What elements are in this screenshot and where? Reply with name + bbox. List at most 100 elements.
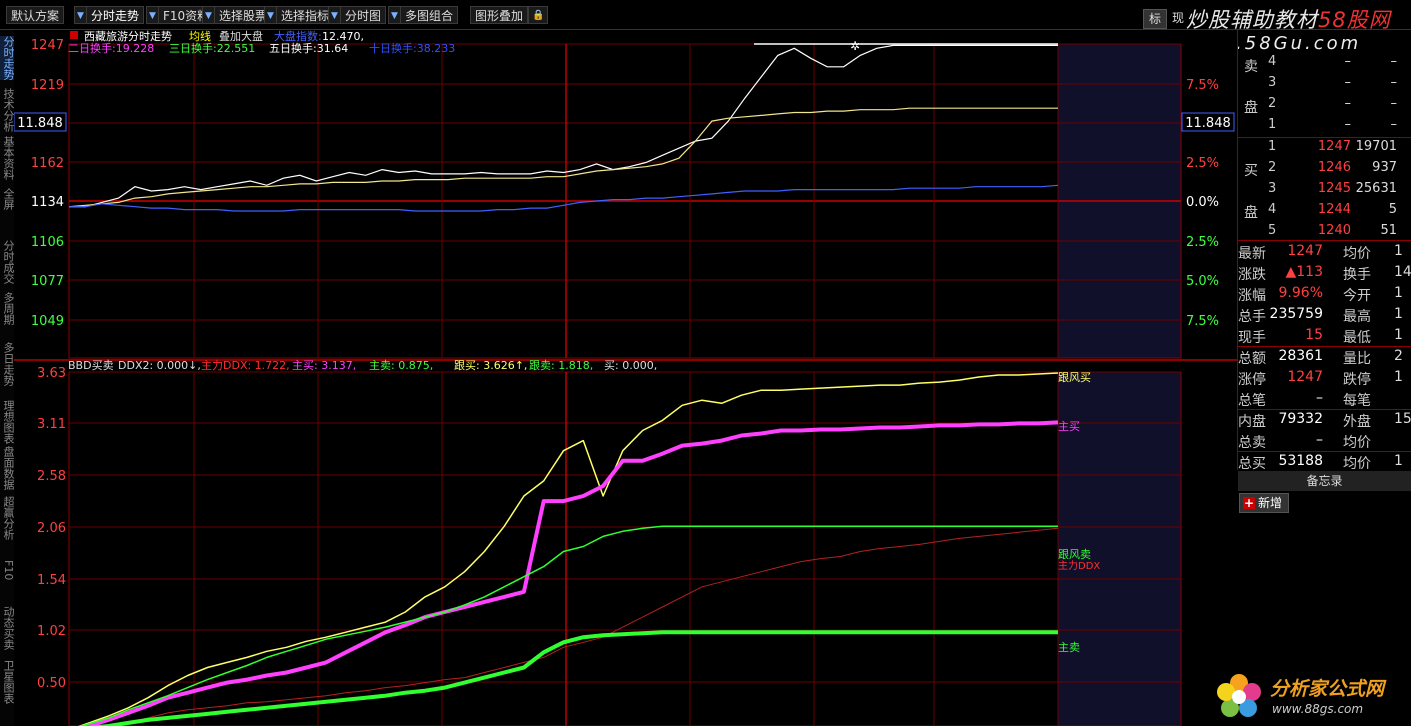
- quote-cell: 1247: [1287, 369, 1323, 385]
- quote-cell: 涨停: [1238, 372, 1266, 388]
- buy-row[interactable]: 2 1246 937: [1238, 158, 1411, 179]
- lower-y-tick: 1.54: [37, 573, 66, 588]
- sell-cell: –: [1344, 75, 1352, 90]
- dropdown-arrow-icon[interactable]: ▼: [328, 6, 341, 24]
- side-tab-10[interactable]: F10: [0, 560, 15, 580]
- current-button[interactable]: 现: [1172, 9, 1184, 26]
- toolbar-item-0[interactable]: 默认方案: [6, 6, 65, 24]
- side-tab-9[interactable]: 超赢分析: [0, 496, 15, 540]
- quote-row: 总笔 – 每笔: [1238, 388, 1411, 409]
- toolbar-item-7[interactable]: 图形叠加: [470, 6, 529, 24]
- bbd-zmai: 主卖: 0.875,: [369, 359, 433, 372]
- side-tab-11[interactable]: 动态买卖: [0, 606, 15, 650]
- buy-cell: 25631: [1355, 181, 1397, 196]
- quote-cell: –: [1316, 390, 1323, 406]
- plus-icon: +: [1243, 496, 1255, 510]
- close-icon: [70, 31, 78, 39]
- side-tab-7[interactable]: 理想图表: [0, 400, 15, 444]
- quote-cell: 15: [1305, 327, 1323, 343]
- buy-row[interactable]: 3 1245 25631: [1238, 179, 1411, 200]
- lower-y-tick: 2.06: [37, 521, 66, 536]
- mark-button[interactable]: 标: [1143, 9, 1167, 29]
- bbd-zm: 主买: 3.137,: [292, 359, 356, 372]
- upper-left-tick: 1162: [31, 156, 64, 171]
- quote-cell: 均价: [1343, 246, 1371, 262]
- buy-cell: 1240: [1317, 223, 1351, 238]
- side-tab-4[interactable]: 分时成交: [0, 240, 15, 284]
- lower-y-tick: 2.58: [37, 469, 66, 484]
- sell-cell: –: [1390, 96, 1398, 111]
- side-tab-8[interactable]: 盘面数据: [0, 446, 15, 490]
- quote-cell: 跌停: [1343, 372, 1371, 388]
- quote-cell: 最新: [1238, 246, 1266, 262]
- quote-cell: 14.2: [1394, 264, 1411, 280]
- toolbar-item-5[interactable]: 分时图: [340, 6, 387, 24]
- quote-cell: 最高: [1343, 309, 1371, 325]
- quote-cell: 156: [1394, 411, 1411, 427]
- quote-cell: 1: [1394, 327, 1403, 343]
- side-tab-3[interactable]: 全屏: [0, 188, 15, 210]
- quote-row: 总买 53188 均价 1: [1238, 451, 1411, 472]
- end-label-genmai2: 跟风卖: [1058, 548, 1091, 561]
- end-label-zlddx: 主力DDX: [1058, 559, 1100, 572]
- sell-row: 2 – –: [1238, 94, 1411, 115]
- toolbar-item-4[interactable]: 选择指标: [276, 6, 335, 24]
- add-memo-button[interactable]: + 新增: [1239, 493, 1290, 513]
- lock-icon[interactable]: 🔒: [528, 6, 549, 24]
- side-tab-1[interactable]: 技术分析: [0, 88, 15, 132]
- sell-cell: –: [1344, 54, 1352, 69]
- side-tab-2[interactable]: 基本资料: [0, 136, 15, 180]
- quote-cell: 最低: [1343, 330, 1371, 346]
- lower-y-tick: 0.50: [37, 676, 66, 691]
- quote-row: 内盘 79332 外盘 156: [1238, 409, 1411, 430]
- quote-row: 涨跌 ▲113 换手 14.2: [1238, 262, 1411, 283]
- quote-cell: 总买: [1238, 456, 1266, 472]
- quote-cell: 1: [1394, 285, 1403, 301]
- side-tab-0[interactable]: 分时走势: [0, 36, 15, 80]
- sell-row: 3 – –: [1238, 73, 1411, 94]
- buy-row[interactable]: 4 1244 5: [1238, 200, 1411, 221]
- upper-left-tick: 1247: [31, 38, 64, 53]
- dropdown-arrow-icon[interactable]: ▼: [388, 6, 401, 24]
- upper-left-tick: 1106: [31, 235, 64, 250]
- quote-cell: 总笔: [1238, 393, 1266, 409]
- panel-left-border: [1237, 30, 1238, 470]
- memo-header[interactable]: 备忘录: [1238, 471, 1411, 491]
- turnover-5d: 五日换手:31.64: [269, 41, 348, 55]
- buy-cell: 51: [1380, 223, 1397, 238]
- upper-left-tick: 1077: [31, 274, 64, 289]
- toolbar-item-6[interactable]: 多图组合: [400, 6, 459, 24]
- toolbar-item-1[interactable]: 分时走势: [86, 6, 145, 24]
- buy-row[interactable]: 1 1247 19701: [1238, 137, 1411, 158]
- quote-cell: 内盘: [1238, 414, 1266, 430]
- end-label-genmai: 跟风买: [1058, 371, 1091, 384]
- bbd-gm: 跟买: 3.626↑,: [454, 359, 527, 372]
- quote-cell: 外盘: [1343, 414, 1371, 430]
- dropdown-arrow-icon[interactable]: ▼: [202, 6, 215, 24]
- quote-row: 总手 235759 最高 1: [1238, 304, 1411, 325]
- sell-row: 4 – –: [1238, 52, 1411, 73]
- price-highlight-left-text: 11.848: [17, 116, 63, 131]
- dropdown-arrow-icon[interactable]: ▼: [74, 6, 87, 24]
- quote-cell: 28361: [1278, 348, 1323, 364]
- quote-cell: 均价: [1343, 456, 1371, 472]
- quote-cell: 换手: [1343, 267, 1371, 283]
- side-tab-12[interactable]: 卫星图表: [0, 660, 15, 704]
- quote-cell: 9.96%: [1278, 285, 1323, 301]
- upper-right-tick: 7.5%: [1186, 78, 1219, 93]
- end-label-zhumai2: 主卖: [1058, 641, 1080, 654]
- turnover-3d: 三日换手:22.551: [169, 41, 255, 55]
- bbd-gmai: 跟卖: 1.818,: [529, 359, 593, 372]
- buy-row[interactable]: 5 1240 51: [1238, 221, 1411, 242]
- side-tab-6[interactable]: 多日走势: [0, 342, 15, 386]
- quote-cell: 1: [1394, 369, 1403, 385]
- dropdown-arrow-icon[interactable]: ▼: [146, 6, 159, 24]
- buy-cell: 1247: [1317, 139, 1351, 154]
- side-tab-5[interactable]: 多周期: [0, 292, 15, 325]
- side-tabs: 分时走势技术分析基本资料全屏分时成交多周期多日走势理想图表盘面数据超赢分析 F10…: [0, 30, 15, 726]
- quote-cell: 1: [1394, 243, 1403, 259]
- buy-cell: 3: [1268, 181, 1277, 196]
- dropdown-arrow-icon[interactable]: ▼: [264, 6, 277, 24]
- sell-row: 1 – –: [1238, 115, 1411, 136]
- upper-right-tick: 0.0%: [1186, 195, 1219, 210]
